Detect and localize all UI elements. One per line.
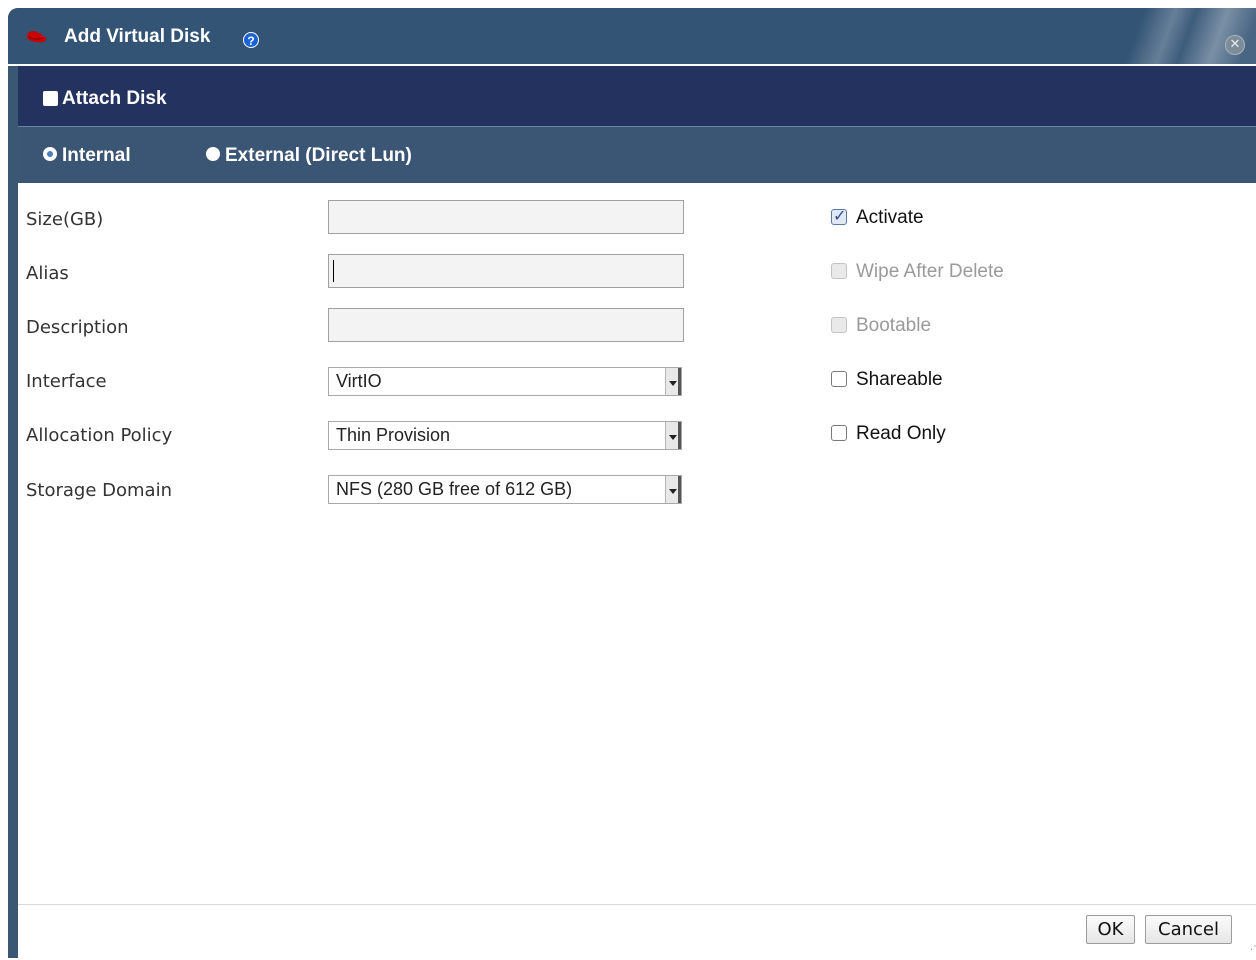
read-only-label[interactable]: Read Only [856, 423, 946, 445]
add-virtual-disk-dialog: Add Virtual Disk ? ✕ Attach Disk Interna… [8, 8, 1256, 960]
allocation-policy-select[interactable]: Thin Provision [328, 421, 682, 450]
chevron-down-icon[interactable] [665, 476, 681, 503]
ok-button[interactable]: OK [1086, 915, 1135, 944]
activate-checkbox[interactable]: ✓ [831, 206, 847, 225]
disk-type-bar: Internal External (Direct Lun) [18, 127, 1256, 183]
shareable-label[interactable]: Shareable [856, 369, 943, 391]
allocation-policy-value: Thin Provision [336, 425, 451, 445]
check-icon: ✓ [833, 206, 847, 225]
chevron-down-icon[interactable] [665, 422, 681, 449]
attach-disk-bar: Attach Disk [18, 66, 1256, 127]
description-input[interactable] [328, 308, 684, 342]
activate-label[interactable]: Activate [856, 207, 924, 229]
storage-domain-value: NFS (280 GB free of 612 GB) [336, 479, 573, 499]
size-input[interactable] [328, 200, 684, 234]
interface-select[interactable]: VirtIO [328, 367, 682, 396]
attach-disk-checkbox[interactable] [43, 91, 58, 106]
internal-radio-label[interactable]: Internal [62, 145, 131, 167]
read-only-checkbox[interactable] [831, 425, 847, 441]
description-label: Description [26, 317, 129, 338]
text-cursor [333, 260, 334, 282]
external-direct-lun-radio[interactable] [206, 147, 220, 161]
storage-domain-select[interactable]: NFS (280 GB free of 612 GB) [328, 475, 682, 504]
help-icon[interactable]: ? [243, 32, 259, 48]
chevron-down-icon[interactable] [665, 368, 681, 395]
allocation-policy-label: Allocation Policy [26, 425, 173, 446]
wipe-after-delete-checkbox [831, 263, 847, 279]
alias-input[interactable] [328, 254, 684, 288]
disk-form: Size(GB) Alias Description Interface Vir… [18, 183, 1256, 908]
dialog-body: Attach Disk Internal External (Direct Lu… [18, 66, 1256, 960]
shareable-checkbox[interactable] [831, 371, 847, 387]
storage-domain-label: Storage Domain [26, 480, 172, 501]
dialog-title: Add Virtual Disk [64, 26, 211, 47]
dialog-titlebar[interactable]: Add Virtual Disk ? ✕ [8, 8, 1256, 66]
bootable-checkbox [831, 317, 847, 333]
interface-value: VirtIO [336, 371, 382, 391]
bootable-label: Bootable [856, 315, 932, 336]
interface-label: Interface [26, 371, 107, 392]
cancel-button[interactable]: Cancel [1145, 915, 1232, 944]
attach-disk-label[interactable]: Attach Disk [62, 88, 167, 110]
redhat-logo-icon [26, 31, 47, 43]
alias-label: Alias [26, 263, 69, 284]
size-label: Size(GB) [26, 209, 104, 230]
internal-radio[interactable] [43, 147, 57, 161]
wipe-after-delete-label: Wipe After Delete [856, 261, 1004, 282]
external-direct-lun-radio-label[interactable]: External (Direct Lun) [225, 145, 412, 167]
close-icon[interactable]: ✕ [1225, 35, 1245, 55]
dialog-footer: OK Cancel ⋰ [18, 904, 1256, 960]
